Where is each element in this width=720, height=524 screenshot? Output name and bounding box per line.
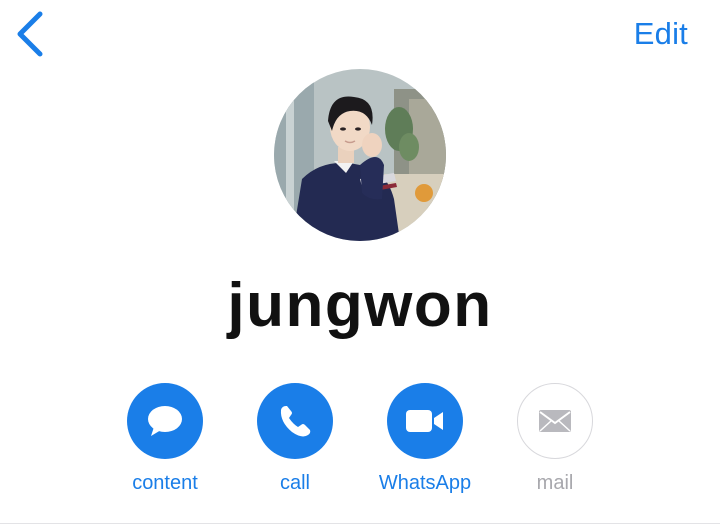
envelope-icon [539,410,571,432]
phone-icon [280,406,311,437]
message-bubble-icon [148,406,182,436]
mail-action-button[interactable]: mail [495,383,615,495]
whatsapp-action-label: WhatsApp [378,472,472,494]
whatsapp-action-circle[interactable] [387,383,463,459]
call-action-button[interactable]: call [235,383,355,495]
edit-button[interactable]: Edit [634,16,688,52]
mail-action-label: mail [536,472,574,494]
chevron-left-icon [17,11,43,57]
back-button[interactable] [12,10,52,60]
video-camera-icon [406,410,443,432]
whatsapp-action-button[interactable]: WhatsApp [365,383,485,495]
content-action-label: content [132,472,198,494]
content-action-button[interactable]: content [105,383,225,495]
content-action-circle[interactable] [127,383,203,459]
call-action-label: call [279,472,310,494]
contact-card-screen: Edit jungwon content call WhatsApp mail [0,0,720,524]
contact-name: jungwon [227,271,493,340]
action-buttons-row: content call WhatsApp mail [0,383,720,503]
call-action-circle[interactable] [257,383,333,459]
avatar [274,69,446,241]
mail-action-circle[interactable] [517,383,593,459]
